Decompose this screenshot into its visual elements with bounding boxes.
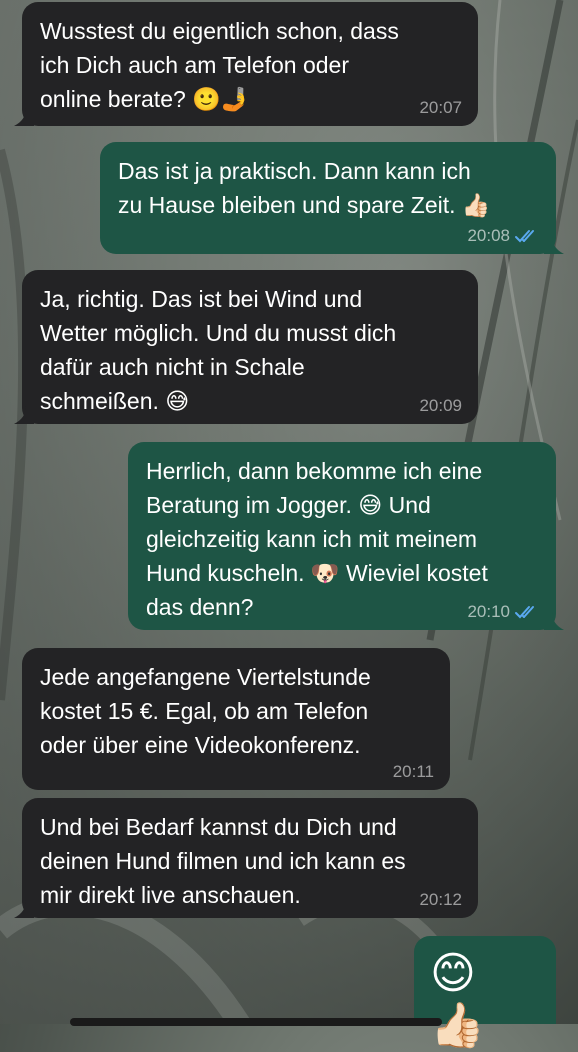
message-time: 20:10 bbox=[467, 602, 510, 621]
message-meta: 20:09 bbox=[419, 396, 462, 416]
message-time: 20:08 bbox=[467, 226, 510, 245]
message-text: Ja, richtig. Das ist bei Wind und Wetter… bbox=[40, 286, 397, 414]
message-text: Wusstest du eigentlich schon, dass ich D… bbox=[40, 18, 399, 112]
home-indicator bbox=[70, 1018, 442, 1026]
outgoing-message[interactable]: Das ist ja praktisch. Dann kann ich zu H… bbox=[100, 142, 564, 254]
message-meta: 20:08 bbox=[467, 226, 540, 246]
message-meta: 20:07 bbox=[419, 98, 462, 118]
message-text: Jede angefangene Viertelstunde kostet 15… bbox=[40, 664, 371, 758]
message-time: 20:11 bbox=[392, 762, 434, 781]
message-text: Das ist ja praktisch. Dann kann ich zu H… bbox=[118, 158, 491, 218]
message-meta: 20:10 bbox=[467, 602, 540, 622]
message-time: 20:12 bbox=[419, 890, 462, 909]
message-text: Herrlich, dann bekomme ich eine Beratung… bbox=[146, 458, 488, 620]
message-text: Und bei Bedarf kannst du Dich und deinen… bbox=[40, 814, 406, 908]
outgoing-message[interactable]: Herrlich, dann bekomme ich eine Beratung… bbox=[128, 442, 564, 630]
message-meta: 20:11 bbox=[393, 762, 434, 782]
message-time: 20:07 bbox=[419, 98, 462, 117]
message-meta: 20:12 bbox=[419, 890, 462, 910]
message-list[interactable]: Wusstest du eigentlich schon, dass ich D… bbox=[0, 0, 578, 1050]
message-time: 20:09 bbox=[419, 396, 462, 415]
incoming-message[interactable]: Und bei Bedarf kannst du Dich und deinen… bbox=[14, 798, 478, 918]
outgoing-emoji-message[interactable]: 😊👍🏻 bbox=[414, 936, 556, 1050]
incoming-message[interactable]: Ja, richtig. Das ist bei Wind und Wetter… bbox=[14, 270, 478, 424]
bubble-tail bbox=[14, 108, 34, 126]
bubble-tail bbox=[14, 406, 34, 424]
double-check-read-icon bbox=[515, 606, 534, 619]
incoming-message[interactable]: Jede angefangene Viertelstunde kostet 15… bbox=[22, 648, 450, 790]
bubble-tail bbox=[544, 236, 564, 254]
message-text: 😊👍🏻 bbox=[430, 949, 491, 1050]
double-check-read-icon bbox=[515, 230, 534, 243]
bubble-tail bbox=[544, 612, 564, 630]
incoming-message[interactable]: Wusstest du eigentlich schon, dass ich D… bbox=[14, 2, 478, 126]
bubble-tail bbox=[14, 900, 34, 918]
